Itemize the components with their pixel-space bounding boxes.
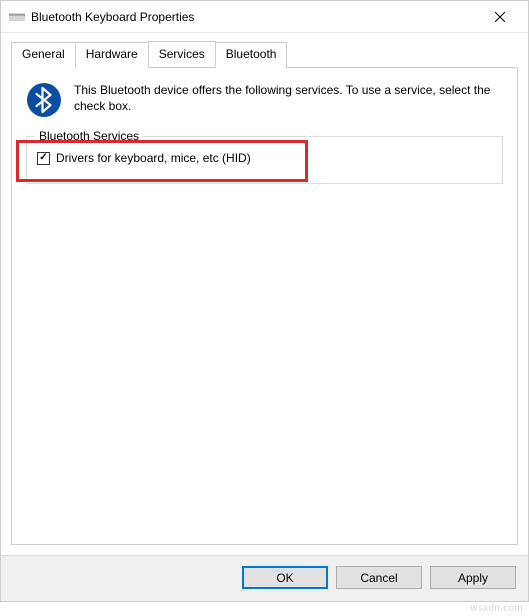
ok-button[interactable]: OK	[242, 566, 328, 589]
watermark: wsxdn.com	[470, 603, 523, 614]
properties-dialog: Bluetooth Keyboard Properties General Ha…	[0, 0, 529, 602]
bluetooth-icon	[26, 82, 62, 118]
group-label: Bluetooth Services	[35, 129, 143, 143]
device-icon	[9, 9, 25, 25]
info-text: This Bluetooth device offers the followi…	[74, 82, 503, 114]
tab-general[interactable]: General	[11, 42, 76, 68]
info-row: This Bluetooth device offers the followi…	[26, 82, 503, 118]
hid-checkbox-label: Drivers for keyboard, mice, etc (HID)	[56, 151, 251, 165]
content-area: General Hardware Services Bluetooth This…	[1, 33, 528, 555]
tab-strip: General Hardware Services Bluetooth	[11, 41, 518, 67]
window-title: Bluetooth Keyboard Properties	[31, 10, 480, 24]
tab-hardware[interactable]: Hardware	[75, 42, 149, 68]
titlebar: Bluetooth Keyboard Properties	[1, 1, 528, 33]
services-panel: This Bluetooth device offers the followi…	[11, 67, 518, 545]
dialog-button-row: OK Cancel Apply	[1, 555, 528, 601]
bluetooth-services-group: Bluetooth Services Drivers for keyboard,…	[26, 136, 503, 184]
hid-checkbox[interactable]	[37, 152, 50, 165]
service-row-hid: Drivers for keyboard, mice, etc (HID)	[37, 151, 492, 165]
tab-services[interactable]: Services	[148, 41, 216, 67]
cancel-button[interactable]: Cancel	[336, 566, 422, 589]
apply-button[interactable]: Apply	[430, 566, 516, 589]
tab-bluetooth[interactable]: Bluetooth	[215, 42, 288, 68]
close-button[interactable]	[480, 3, 520, 31]
